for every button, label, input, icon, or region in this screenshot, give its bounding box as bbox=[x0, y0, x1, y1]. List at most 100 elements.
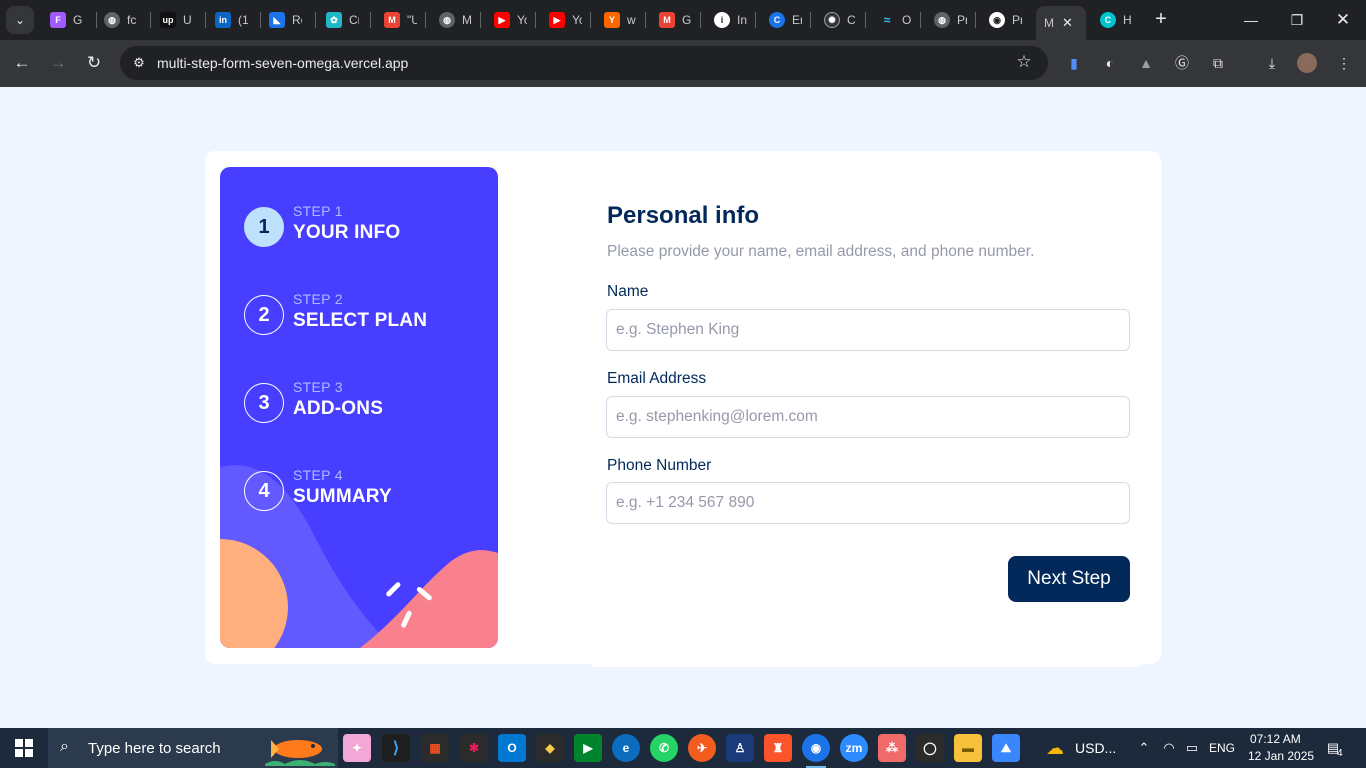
forward-arrow-icon[interactable]: → bbox=[45, 50, 71, 76]
close-window-icon[interactable]: ✕ bbox=[1320, 0, 1366, 40]
tab-separator bbox=[480, 12, 481, 28]
clock-time[interactable]: 07:12 AM bbox=[1250, 732, 1301, 746]
extension-lamp-icon[interactable]: ▲ bbox=[1136, 53, 1156, 73]
minimize-icon[interactable]: — bbox=[1228, 0, 1274, 40]
edge-browser-icon[interactable]: e bbox=[612, 734, 640, 762]
tab-11[interactable]: Yw bbox=[598, 4, 652, 36]
extension-circle-icon[interactable]: ◐ bbox=[1100, 53, 1120, 73]
tool-icon[interactable]: ◆ bbox=[536, 734, 564, 762]
tab-active[interactable]: M ✕ bbox=[1036, 6, 1086, 40]
new-tab-plus-icon[interactable]: + bbox=[1150, 8, 1172, 30]
tab-10[interactable]: ▶ Yo bbox=[543, 4, 597, 36]
phone-label: Phone Number bbox=[607, 457, 712, 474]
tab-17[interactable]: ◍ Pr bbox=[928, 4, 982, 36]
form-card: 1 STEP 1 YOUR INFO 2 STEP 2 SELECT PLAN … bbox=[205, 151, 1161, 664]
tab-4[interactable]: in (1 bbox=[209, 4, 263, 36]
slack-icon[interactable]: ✱ bbox=[460, 734, 488, 762]
tab-7[interactable]: M "U bbox=[378, 4, 432, 36]
app-figure-icon[interactable]: ♙ bbox=[726, 734, 754, 762]
step-label: STEP 2 bbox=[293, 291, 343, 307]
globe-icon: ◍ bbox=[104, 12, 120, 28]
tab-separator bbox=[370, 12, 371, 28]
email-input[interactable] bbox=[606, 396, 1130, 438]
tab-separator bbox=[755, 12, 756, 28]
tab-9[interactable]: ▶ Yo bbox=[488, 4, 542, 36]
site-settings-icon[interactable]: ⚙ bbox=[129, 53, 149, 73]
tab-title: U bbox=[183, 13, 192, 27]
language-indicator[interactable]: ENG bbox=[1209, 741, 1235, 755]
weather-text[interactable]: USD... bbox=[1075, 740, 1116, 756]
phone-input[interactable] bbox=[606, 482, 1130, 524]
close-tab-icon[interactable]: ✕ bbox=[1062, 15, 1073, 31]
tab-title: w bbox=[627, 13, 636, 27]
step-label: STEP 1 bbox=[293, 203, 343, 219]
reload-icon[interactable]: ↻ bbox=[81, 50, 107, 76]
download-icon[interactable]: ⤓ bbox=[1262, 53, 1282, 73]
windows-start-icon[interactable] bbox=[0, 728, 48, 768]
search-highlight-fish-icon bbox=[265, 740, 335, 766]
edge-icon: C bbox=[769, 12, 785, 28]
outlook-icon[interactable]: O bbox=[498, 734, 526, 762]
tab-separator bbox=[590, 12, 591, 28]
upwork-icon: up bbox=[160, 12, 176, 28]
brave-icon[interactable]: ♜ bbox=[764, 734, 792, 762]
tab-12[interactable]: MG bbox=[653, 4, 707, 36]
taskbar-search-placeholder[interactable]: Type here to search bbox=[88, 740, 221, 757]
tab-1[interactable]: FG bbox=[44, 4, 98, 36]
tab-20[interactable]: CH bbox=[1094, 4, 1148, 36]
tab-separator bbox=[150, 12, 151, 28]
tab-6[interactable]: ✿ Cr bbox=[320, 4, 374, 36]
back-arrow-icon[interactable]: ← bbox=[9, 50, 35, 76]
youtube-icon: ▶ bbox=[494, 12, 510, 28]
tab-8[interactable]: ◍ M bbox=[433, 4, 487, 36]
grammarly-icon[interactable]: Ⓖ bbox=[1172, 53, 1192, 73]
wifi-icon[interactable]: ◠ bbox=[1161, 740, 1177, 756]
asana-icon[interactable]: ⁂ bbox=[878, 734, 906, 762]
whatsapp-icon[interactable]: ✆ bbox=[650, 734, 678, 762]
step-summary: 4 STEP 4 SUMMARY bbox=[244, 467, 484, 515]
vscode-icon[interactable]: ⟩ bbox=[382, 734, 410, 762]
tab-14[interactable]: C Er bbox=[763, 4, 817, 36]
tab-title: O bbox=[902, 13, 912, 27]
battery-icon[interactable]: ▭ bbox=[1184, 740, 1200, 756]
tab-16[interactable]: ≈ O bbox=[873, 4, 927, 36]
chrome-icon[interactable]: ◉ bbox=[802, 734, 830, 768]
tab-title: fc bbox=[127, 13, 137, 27]
app-circle-icon[interactable]: ◯ bbox=[916, 734, 944, 762]
tab-search-chevron-icon[interactable]: ⌄ bbox=[6, 6, 34, 34]
google-meet-icon[interactable]: ▶ bbox=[574, 734, 602, 762]
microsoft-store-icon[interactable]: ▦ bbox=[421, 734, 449, 762]
tab-18[interactable]: ◉ Pr bbox=[983, 4, 1037, 36]
extensions-puzzle-icon[interactable]: ⧉ bbox=[1208, 53, 1228, 73]
profile-avatar[interactable] bbox=[1297, 53, 1317, 73]
name-input[interactable] bbox=[606, 309, 1130, 351]
photos-icon[interactable]: ⛰ bbox=[992, 734, 1020, 762]
linkedin-icon: in bbox=[215, 12, 231, 28]
next-step-button[interactable]: Next Step bbox=[1008, 556, 1130, 602]
file-explorer-icon[interactable]: ▬ bbox=[954, 734, 982, 762]
bookmark-star-icon[interactable]: ☆ bbox=[1013, 52, 1035, 74]
tab-13[interactable]: i In bbox=[708, 4, 762, 36]
clock-date[interactable]: 12 Jan 2025 bbox=[1248, 749, 1314, 763]
restore-icon[interactable]: ❐ bbox=[1274, 0, 1320, 40]
step-select-plan: 2 STEP 2 SELECT PLAN bbox=[244, 291, 484, 339]
zoom-icon[interactable]: zm bbox=[840, 734, 868, 762]
postman-icon[interactable]: ✈ bbox=[688, 734, 716, 762]
tailwind-icon: ≈ bbox=[879, 12, 895, 28]
extension-docs-icon[interactable]: ▮ bbox=[1064, 53, 1084, 73]
address-url[interactable]: multi-step-form-seven-omega.vercel.app bbox=[157, 55, 408, 71]
weather-icon[interactable]: ☁ bbox=[1044, 737, 1066, 759]
gmail-icon: M bbox=[384, 12, 400, 28]
tab-2[interactable]: ◍ fc bbox=[98, 4, 152, 36]
tab-15[interactable]: ✺ C bbox=[818, 4, 872, 36]
tab-title: M bbox=[1044, 16, 1054, 30]
tab-5[interactable]: ◣ Re bbox=[263, 4, 317, 36]
step-title: ADD-ONS bbox=[293, 398, 384, 419]
taskbar-app-1-icon[interactable]: ✦ bbox=[343, 734, 371, 762]
step-label: STEP 4 bbox=[293, 467, 343, 483]
tab-3[interactable]: up U bbox=[154, 4, 208, 36]
tray-chevron-up-icon[interactable]: ⌃ bbox=[1136, 740, 1152, 756]
more-menu-icon[interactable]: ⋮ bbox=[1334, 53, 1354, 73]
ycombinator-icon: Y bbox=[604, 12, 620, 28]
tab-title: Er bbox=[792, 13, 802, 27]
